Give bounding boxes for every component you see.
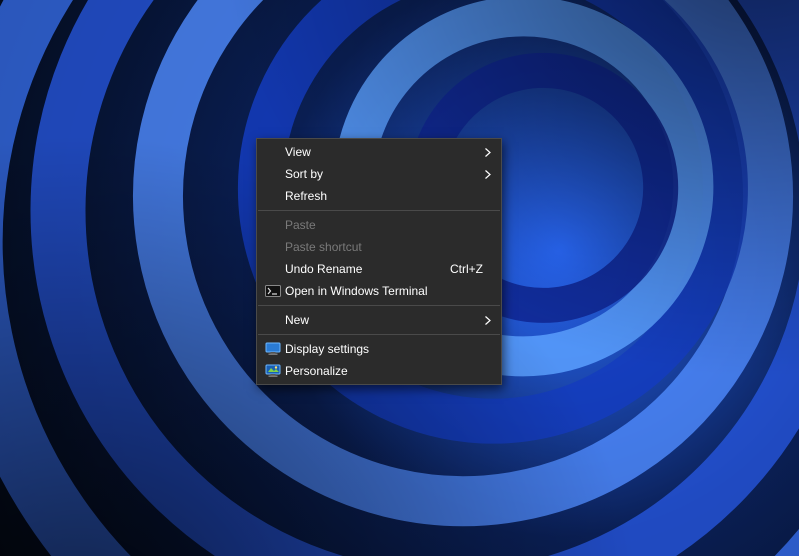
menu-item-undo-rename[interactable]: Undo Rename Ctrl+Z [257,258,501,280]
menu-label: Paste [283,218,483,232]
menu-item-sort-by[interactable]: Sort by [257,163,501,185]
menu-shortcut: Ctrl+Z [438,262,483,276]
menu-item-display-settings[interactable]: Display settings [257,338,501,360]
menu-label: Sort by [283,167,483,181]
terminal-icon [263,285,283,297]
menu-item-refresh[interactable]: Refresh [257,185,501,207]
menu-item-new[interactable]: New [257,309,501,331]
menu-item-paste: Paste [257,214,501,236]
chevron-right-icon [483,316,493,325]
display-icon [263,342,283,356]
menu-item-view[interactable]: View [257,141,501,163]
menu-label: Personalize [283,364,483,378]
desktop-context-menu: View Sort by Refresh Paste Paste sho [256,138,502,385]
menu-label: Display settings [283,342,483,356]
menu-item-paste-shortcut: Paste shortcut [257,236,501,258]
menu-item-personalize[interactable]: Personalize [257,360,501,382]
menu-label: Open in Windows Terminal [283,284,483,298]
menu-label: New [283,313,483,327]
menu-separator [258,334,500,335]
menu-label: Paste shortcut [283,240,483,254]
chevron-right-icon [483,148,493,157]
personalize-icon [263,364,283,378]
chevron-right-icon [483,170,493,179]
menu-label: Refresh [283,189,483,203]
menu-separator [258,210,500,211]
desktop-wallpaper[interactable]: View Sort by Refresh Paste Paste sho [0,0,799,556]
menu-item-open-terminal[interactable]: Open in Windows Terminal [257,280,501,302]
menu-separator [258,305,500,306]
menu-label: View [283,145,483,159]
menu-label: Undo Rename [283,262,438,276]
